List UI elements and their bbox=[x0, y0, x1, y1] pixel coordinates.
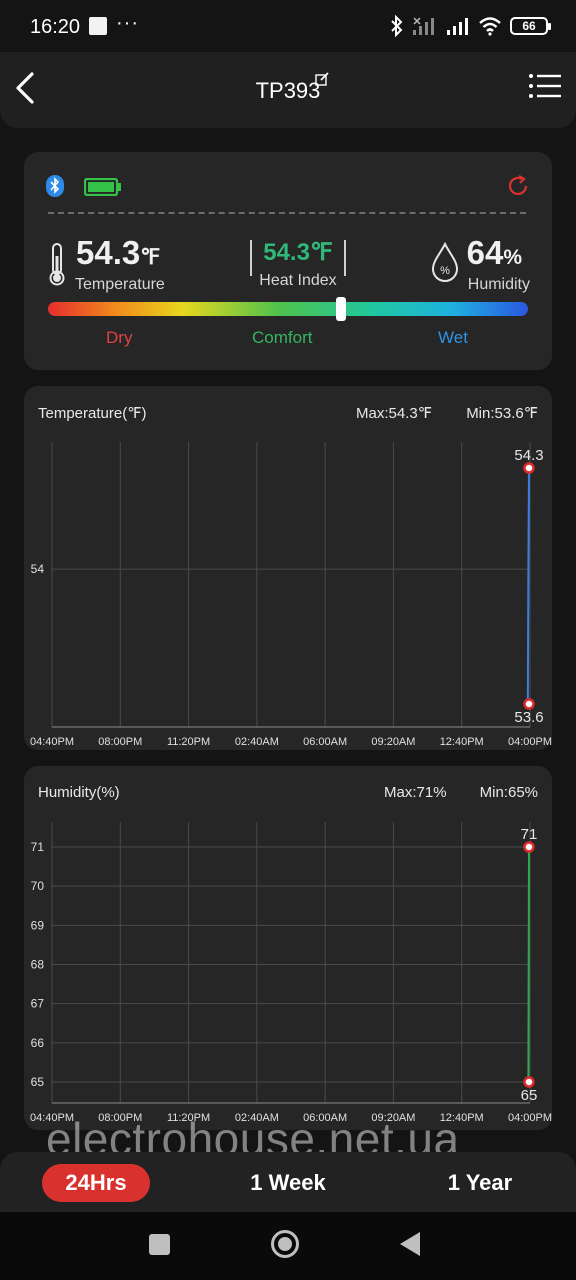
tab-24hrs[interactable]: 24Hrs bbox=[42, 1164, 150, 1202]
temperature-label: Temperature bbox=[75, 276, 165, 293]
y-tick-label: 65 bbox=[31, 1075, 45, 1089]
humidity-value: 64% bbox=[466, 234, 522, 271]
recents-icon[interactable] bbox=[149, 1234, 170, 1255]
data-label: 65 bbox=[521, 1087, 538, 1104]
y-tick-label: 71 bbox=[31, 840, 45, 854]
app-header: TP393 bbox=[0, 52, 576, 128]
dry-label: Dry bbox=[106, 328, 133, 347]
x-tick-label: 04:00PM bbox=[508, 1112, 552, 1124]
thermometer-icon bbox=[49, 243, 65, 286]
signal-icon bbox=[413, 17, 434, 35]
x-tick-label: 04:00PM bbox=[508, 736, 552, 748]
menu-list-icon[interactable] bbox=[528, 72, 562, 100]
series-line bbox=[526, 467, 530, 705]
range-tabs: 24Hrs 1 Week 1 Year bbox=[0, 1152, 576, 1212]
comfort-indicator bbox=[335, 297, 346, 321]
x-tick-label: 02:40AM bbox=[235, 736, 279, 748]
bluetooth-icon bbox=[391, 15, 403, 37]
data-point bbox=[523, 1076, 535, 1088]
y-tick-label: 69 bbox=[31, 918, 45, 932]
y-tick-label: 67 bbox=[31, 997, 45, 1011]
refresh-icon[interactable] bbox=[506, 174, 530, 198]
data-label: 71 bbox=[521, 826, 538, 843]
heat-index-value: 54.3℉ bbox=[263, 239, 333, 266]
y-tick-label: 66 bbox=[31, 1036, 45, 1050]
notification-icon bbox=[89, 17, 107, 35]
series-line bbox=[527, 846, 530, 1083]
data-point bbox=[523, 462, 535, 474]
signal-icon bbox=[447, 18, 468, 35]
temperature-chart-card: Temperature(℉) Max:54.3℉ Min:53.6℉ 04:40… bbox=[24, 386, 552, 750]
humidity-label: Humidity bbox=[467, 276, 530, 293]
humidity-chart[interactable]: 04:40PM 08:00PM 11:20PM 02:40AM 06:00AM 09:20… bbox=[24, 766, 552, 1130]
back-icon[interactable] bbox=[398, 1230, 422, 1258]
x-tick-label: 12:40PM bbox=[440, 736, 484, 748]
battery-level: 66 bbox=[522, 19, 536, 33]
wet-label: Wet bbox=[438, 328, 468, 347]
data-label: 53.6 bbox=[514, 709, 543, 726]
temperature-value: 54.3℉ bbox=[76, 234, 161, 271]
x-tick-label: 04:40PM bbox=[30, 736, 74, 748]
x-tick-label: 09:20AM bbox=[371, 736, 415, 748]
summary-card: 54.3℉ Temperature 54.3℉ Heat Index % 64%… bbox=[24, 152, 552, 370]
system-nav-bar bbox=[0, 1212, 576, 1280]
bluetooth-icon bbox=[46, 175, 64, 197]
comfort-label: Comfort bbox=[252, 328, 313, 347]
humidity-chart-card: Humidity(%) Max:71% Min:65% 04:40PM 08:00… bbox=[24, 766, 552, 1130]
humidity-drop-icon: % bbox=[431, 242, 459, 282]
page-title[interactable]: TP393 bbox=[0, 78, 576, 104]
home-icon[interactable] bbox=[270, 1229, 300, 1259]
temperature-chart[interactable]: 04:40PM 08:00PM 11:20PM 02:40AM 06:00AM 09:20… bbox=[24, 386, 552, 750]
status-bar: 16:20 ··· 66 bbox=[0, 0, 576, 52]
svg-text:%: % bbox=[440, 265, 450, 277]
comfort-gradient-bar bbox=[48, 302, 528, 316]
tab-1-week[interactable]: 1 Week bbox=[232, 1164, 344, 1202]
wifi-icon bbox=[479, 17, 501, 36]
status-time: 16:20 bbox=[30, 16, 81, 38]
heat-index-label: Heat Index bbox=[259, 272, 337, 289]
data-label: 54.3 bbox=[514, 447, 543, 464]
x-tick-label: 06:00AM bbox=[303, 736, 347, 748]
tab-1-year[interactable]: 1 Year bbox=[430, 1164, 530, 1202]
y-tick-label: 54 bbox=[31, 562, 45, 576]
y-tick-label: 68 bbox=[31, 958, 45, 972]
y-tick-label: 70 bbox=[31, 879, 45, 893]
battery-icon bbox=[84, 178, 121, 196]
more-notifications-icon: ··· bbox=[116, 12, 139, 34]
data-point bbox=[523, 841, 535, 853]
edit-icon[interactable] bbox=[315, 72, 329, 86]
x-tick-label: 11:20PM bbox=[167, 736, 210, 748]
data-point bbox=[523, 698, 535, 710]
x-tick-label: 08:00PM bbox=[98, 736, 142, 748]
divider bbox=[48, 212, 526, 214]
battery-icon: 66 bbox=[510, 17, 551, 35]
